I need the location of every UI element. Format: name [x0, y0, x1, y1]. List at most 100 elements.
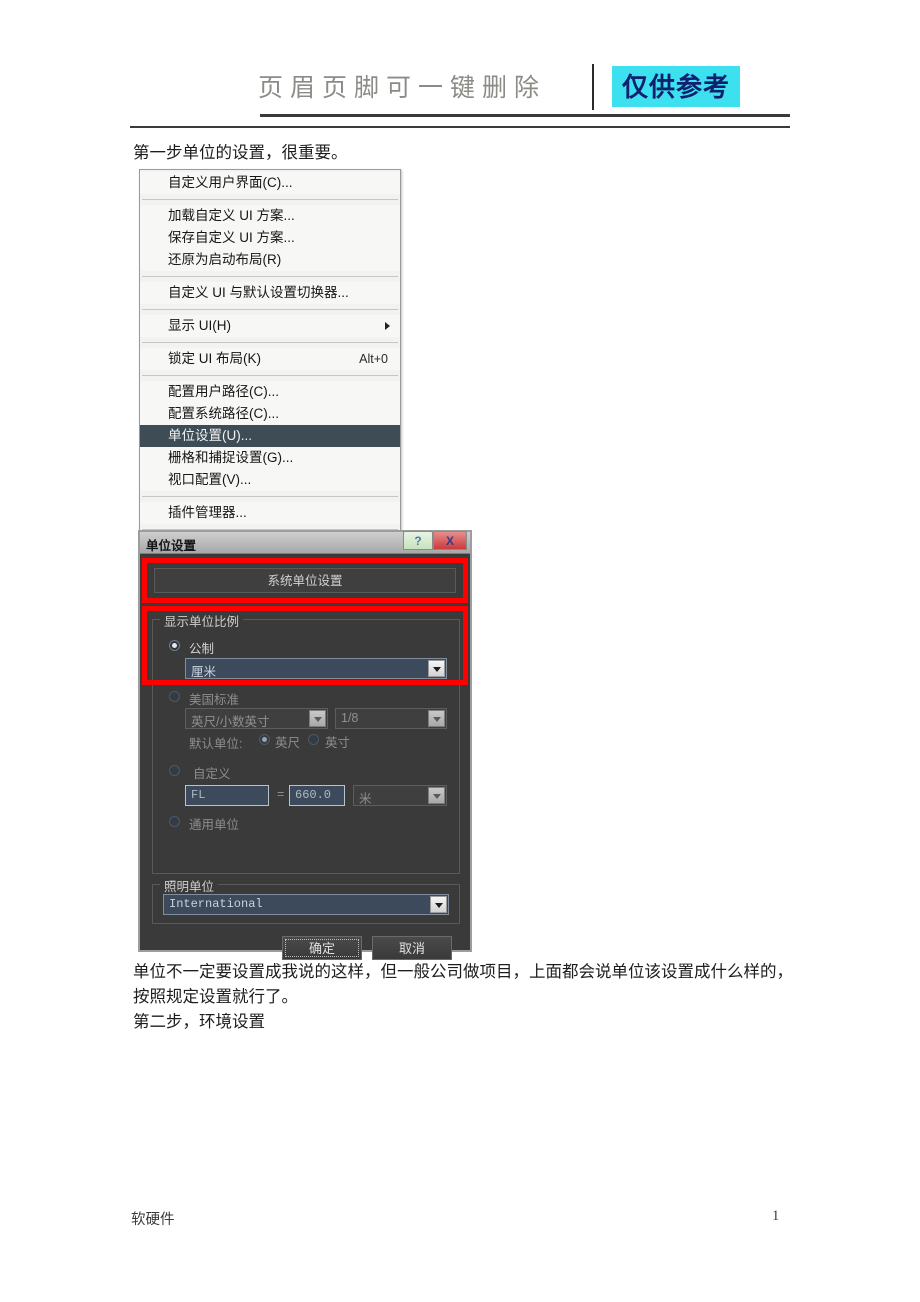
menu-item-label: 配置系统路径(C)... — [168, 406, 279, 421]
menu-group: 插件管理器... — [140, 500, 400, 526]
custom-amount-value: 660.0 — [295, 788, 332, 802]
body-paragraph-b: 按照规定设置就行了。 — [133, 987, 298, 1006]
header-vertical-divider — [592, 64, 594, 110]
us-standard-radio[interactable] — [169, 691, 180, 702]
menu-item-label: 加载自定义 UI 方案... — [168, 208, 295, 223]
system-unit-setup-button[interactable]: 系统单位设置 — [154, 568, 456, 593]
default-unit-inch-radio[interactable] — [308, 734, 319, 745]
menu-item-load-ui-scheme[interactable]: 加载自定义 UI 方案... — [140, 205, 400, 227]
page-header-inner: 页眉页脚可一键删除 仅供参考 — [130, 62, 790, 117]
menu-item-save-ui-scheme[interactable]: 保存自定义 UI 方案... — [140, 227, 400, 249]
menu-separator — [142, 199, 398, 200]
menu-separator — [142, 309, 398, 310]
default-unit-label: 默认单位: — [189, 737, 243, 751]
menu-group: 锁定 UI 布局(K) Alt+0 — [140, 346, 400, 372]
menu-item-label: 锁定 UI 布局(K) — [168, 351, 261, 366]
custom-name-value: FL — [191, 788, 206, 802]
menu-item-units-setup[interactable]: 单位设置(U)... — [140, 425, 400, 447]
customize-menu[interactable]: 自定义用户界面(C)... 加载自定义 UI 方案... 保存自定义 UI 方案… — [139, 169, 401, 560]
metric-radio[interactable] — [169, 640, 180, 651]
chevron-down-icon[interactable] — [428, 787, 445, 804]
custom-unit-value: 米 — [359, 792, 372, 806]
ok-button[interactable]: 确定 — [282, 936, 362, 960]
lighting-units-value: International — [169, 897, 263, 911]
metric-label: 公制 — [189, 642, 215, 656]
dialog-body: 系统单位设置 显示单位比例 公制 厘米 美国标准 英尺/小数英寸 1/8 默认单… — [140, 554, 470, 960]
lighting-units-group: 照明单位 International — [152, 876, 460, 924]
display-unit-scale-legend: 显示单位比例 — [160, 611, 244, 630]
dialog-title: 单位设置 — [146, 539, 197, 553]
menu-separator — [142, 375, 398, 376]
menu-item-label: 配置用户路径(C)... — [168, 384, 279, 399]
menu-item-label: 还原为启动布局(R) — [168, 252, 282, 267]
display-unit-scale-group: 显示单位比例 公制 厘米 美国标准 英尺/小数英寸 1/8 默认单位: 英尺 英… — [152, 611, 460, 874]
us-standard-fraction-value: 1/8 — [341, 711, 359, 725]
menu-item-configure-system-paths[interactable]: 配置系统路径(C)... — [140, 403, 400, 425]
menu-separator — [142, 496, 398, 497]
us-standard-format-value: 英尺/小数英寸 — [191, 715, 270, 729]
metric-unit-select[interactable]: 厘米 — [185, 658, 447, 679]
us-standard-fraction-select[interactable]: 1/8 — [335, 708, 447, 729]
custom-radio[interactable] — [169, 765, 180, 776]
generic-units-label: 通用单位 — [189, 818, 240, 832]
menu-group: 自定义用户界面(C)... — [140, 170, 400, 196]
cancel-button[interactable]: 取消 — [372, 936, 452, 960]
lighting-units-legend: 照明单位 — [160, 876, 219, 895]
menu-item-grid-and-snap-settings[interactable]: 栅格和捕捉设置(G)... — [140, 447, 400, 469]
menu-group: 自定义 UI 与默认设置切换器... — [140, 280, 400, 306]
header-inner-rule — [260, 114, 790, 117]
menu-item-viewport-configuration[interactable]: 视口配置(V)... — [140, 469, 400, 491]
us-standard-label: 美国标准 — [189, 693, 240, 707]
page-header: 页眉页脚可一键删除 仅供参考 — [130, 62, 790, 130]
menu-item-label: 显示 UI(H) — [168, 318, 231, 333]
intro-paragraph: 第一步单位的设置，很重要。 — [133, 143, 348, 162]
default-unit-inch-label: 英寸 — [325, 736, 351, 750]
menu-item-lock-ui-layout[interactable]: 锁定 UI 布局(K) Alt+0 — [140, 348, 400, 370]
menu-item-label: 自定义用户界面(C)... — [168, 175, 293, 190]
default-unit-feet-label: 英尺 — [275, 736, 301, 750]
menu-item-configure-user-paths[interactable]: 配置用户路径(C)... — [140, 381, 400, 403]
chevron-down-icon[interactable] — [428, 660, 445, 677]
close-icon[interactable]: X — [433, 531, 467, 550]
dialog-title-bar[interactable]: 单位设置 ? X — [140, 531, 470, 554]
chevron-down-icon[interactable] — [309, 710, 326, 727]
menu-group: 加载自定义 UI 方案... 保存自定义 UI 方案... 还原为启动布局(R) — [140, 203, 400, 273]
menu-item-plugin-manager[interactable]: 插件管理器... — [140, 502, 400, 524]
us-standard-format-select[interactable]: 英尺/小数英寸 — [185, 708, 328, 729]
footer-left-text: 软硬件 — [131, 1212, 175, 1228]
menu-item-label: 栅格和捕捉设置(G)... — [168, 450, 294, 465]
body-paragraph-c: 第二步，环境设置 — [133, 1012, 265, 1031]
custom-label: 自定义 — [193, 767, 231, 781]
chevron-down-icon[interactable] — [430, 896, 447, 913]
generic-units-radio[interactable] — [169, 816, 180, 827]
chevron-down-icon[interactable] — [428, 710, 445, 727]
custom-unit-select[interactable]: 米 — [353, 785, 447, 806]
metric-unit-value: 厘米 — [191, 665, 217, 679]
menu-item-label: 单位设置(U)... — [168, 428, 252, 443]
units-setup-dialog: 单位设置 ? X 系统单位设置 显示单位比例 公制 厘米 美国标准 英尺/小数英… — [138, 530, 472, 960]
default-unit-feet-radio[interactable] — [259, 734, 270, 745]
custom-name-input[interactable]: FL — [185, 785, 269, 806]
menu-separator — [142, 276, 398, 277]
menu-group: 配置用户路径(C)... 配置系统路径(C)... 单位设置(U)... 栅格和… — [140, 379, 400, 493]
menu-item-revert-to-startup-layout[interactable]: 还原为启动布局(R) — [140, 249, 400, 271]
header-reference-badge: 仅供参考 — [612, 66, 741, 107]
menu-item-show-ui[interactable]: 显示 UI(H) — [140, 315, 400, 337]
lighting-units-select[interactable]: International — [163, 894, 449, 915]
menu-item-shortcut: Alt+0 — [359, 352, 388, 366]
menu-item-ui-default-switcher[interactable]: 自定义 UI 与默认设置切换器... — [140, 282, 400, 304]
submenu-chevron-right-icon — [385, 322, 390, 330]
menu-group: 显示 UI(H) — [140, 313, 400, 339]
menu-item-label: 插件管理器... — [168, 505, 247, 520]
menu-item-label: 视口配置(V)... — [168, 472, 252, 487]
body-paragraph-a: 单位不一定要设置成我说的这样，但一般公司做项目，上面都会说单位该设置成什么样的， — [133, 962, 793, 981]
header-outer-rule — [130, 126, 790, 128]
menu-item-customize-ui[interactable]: 自定义用户界面(C)... — [140, 172, 400, 194]
header-watermark-text: 页眉页脚可一键删除 — [258, 75, 547, 102]
menu-item-label: 自定义 UI 与默认设置切换器... — [168, 285, 349, 300]
help-icon[interactable]: ? — [403, 531, 433, 550]
menu-item-label: 保存自定义 UI 方案... — [168, 230, 295, 245]
custom-amount-input[interactable]: 660.0 — [289, 785, 345, 806]
menu-separator — [142, 342, 398, 343]
custom-equals-sign: = — [277, 787, 285, 801]
